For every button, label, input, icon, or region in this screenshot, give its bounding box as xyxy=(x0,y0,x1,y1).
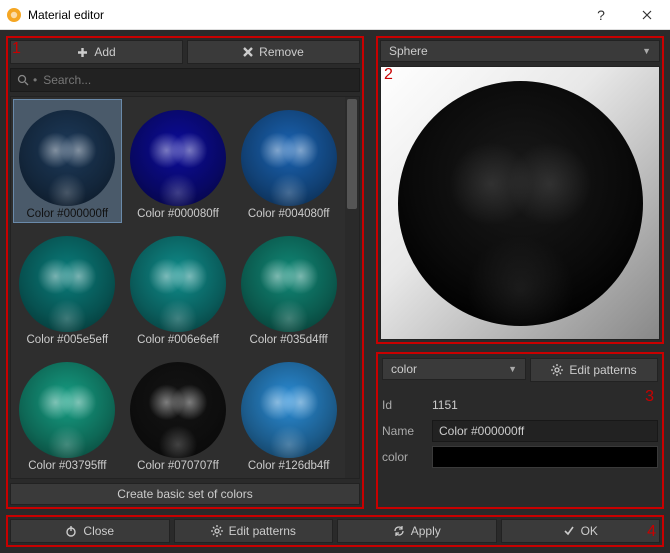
material-label: Color #005e5eff xyxy=(16,334,119,346)
material-sphere xyxy=(130,236,226,332)
prop-id-value: 1151 xyxy=(432,398,658,412)
search-row: • xyxy=(10,68,360,92)
chevron-down-icon: ▼ xyxy=(642,46,651,56)
gear-icon xyxy=(551,364,563,376)
ok-button[interactable]: OK xyxy=(501,519,661,543)
add-button-label: Add xyxy=(94,45,115,59)
material-item[interactable]: Color #070707ff xyxy=(124,351,233,475)
material-label: Color #000000ff xyxy=(16,208,119,220)
material-grid: Color #000000ff Color #000080ff Color #004… xyxy=(11,97,345,478)
material-list-panel: 1 Add Remove • xyxy=(6,36,364,509)
property-mode-combo[interactable]: color ▼ xyxy=(382,358,526,380)
close-button[interactable]: Close xyxy=(10,519,170,543)
remove-icon xyxy=(243,47,253,57)
search-input[interactable] xyxy=(43,73,353,87)
preview-panel: Sphere ▼ 2 xyxy=(376,36,664,344)
remove-button[interactable]: Remove xyxy=(187,40,360,64)
prop-color-label: color xyxy=(382,450,426,464)
prop-id-row: Id 1151 xyxy=(382,392,658,418)
material-item[interactable]: Color #005e5eff xyxy=(13,225,122,349)
window-title: Material editor xyxy=(28,8,578,22)
material-item[interactable]: Color #126db4ff xyxy=(234,351,343,475)
app-icon xyxy=(6,7,22,23)
apply-button[interactable]: Apply xyxy=(337,519,497,543)
material-scrollbar[interactable] xyxy=(345,97,359,478)
edit-patterns-bottom-button[interactable]: Edit patterns xyxy=(174,519,334,543)
preview-shape-combo[interactable]: Sphere ▼ xyxy=(380,40,660,62)
property-mode-selected: color xyxy=(391,362,417,376)
scrollbar-thumb[interactable] xyxy=(347,99,357,209)
titlebar: Material editor ? xyxy=(0,0,670,30)
prop-name-input[interactable] xyxy=(432,420,658,442)
material-label: Color #000080ff xyxy=(127,208,230,220)
preview-shape-selected: Sphere xyxy=(389,44,428,58)
material-label: Color #126db4ff xyxy=(237,460,340,472)
material-item[interactable]: Color #000080ff xyxy=(124,99,233,223)
material-sphere xyxy=(241,110,337,206)
material-sphere xyxy=(241,362,337,458)
material-label: Color #004080ff xyxy=(237,208,340,220)
prop-id-label: Id xyxy=(382,398,426,412)
material-label: Color #006e6eff xyxy=(127,334,230,346)
remove-button-label: Remove xyxy=(259,45,304,59)
prop-name-label: Name xyxy=(382,424,426,438)
close-window-button[interactable] xyxy=(624,0,670,30)
power-icon xyxy=(65,525,77,537)
material-label: Color #070707ff xyxy=(127,460,230,472)
material-sphere xyxy=(19,236,115,332)
material-item[interactable]: Color #004080ff xyxy=(234,99,343,223)
material-item[interactable]: Color #03795fff xyxy=(13,351,122,475)
material-sphere xyxy=(130,110,226,206)
close-button-label: Close xyxy=(83,524,114,538)
bottom-bar: 4 Close Edit patterns Apply OK xyxy=(6,515,664,547)
gear-icon xyxy=(211,525,223,537)
chevron-down-icon: ▼ xyxy=(508,364,517,374)
edit-patterns-label: Edit patterns xyxy=(569,363,636,377)
prop-color-row: color xyxy=(382,444,658,470)
material-sphere xyxy=(241,236,337,332)
properties-panel: 3 color ▼ Edit patterns Id 1151 xyxy=(376,352,664,509)
prop-color-swatch[interactable] xyxy=(432,446,658,468)
help-button[interactable]: ? xyxy=(578,0,624,30)
prop-name-row: Name xyxy=(382,418,658,444)
material-sphere xyxy=(19,362,115,458)
ok-button-label: OK xyxy=(581,524,598,538)
plus-icon xyxy=(77,47,88,58)
check-icon xyxy=(563,525,575,537)
apply-button-label: Apply xyxy=(411,524,441,538)
material-item[interactable]: Color #035d4fff xyxy=(234,225,343,349)
search-icon xyxy=(17,74,29,86)
edit-patterns-bottom-label: Edit patterns xyxy=(229,524,296,538)
preview-sphere xyxy=(398,81,643,326)
material-sphere xyxy=(130,362,226,458)
material-label: Color #035d4fff xyxy=(237,334,340,346)
create-basic-colors-label: Create basic set of colors xyxy=(117,487,252,501)
refresh-icon xyxy=(393,525,405,537)
preview-viewport xyxy=(380,66,660,340)
material-sphere xyxy=(19,110,115,206)
add-button[interactable]: Add xyxy=(10,40,183,64)
material-item[interactable]: Color #006e6eff xyxy=(124,225,233,349)
material-item[interactable]: Color #000000ff xyxy=(13,99,122,223)
material-label: Color #03795fff xyxy=(16,460,119,472)
edit-patterns-button[interactable]: Edit patterns xyxy=(530,358,658,382)
create-basic-colors-button[interactable]: Create basic set of colors xyxy=(10,483,360,505)
